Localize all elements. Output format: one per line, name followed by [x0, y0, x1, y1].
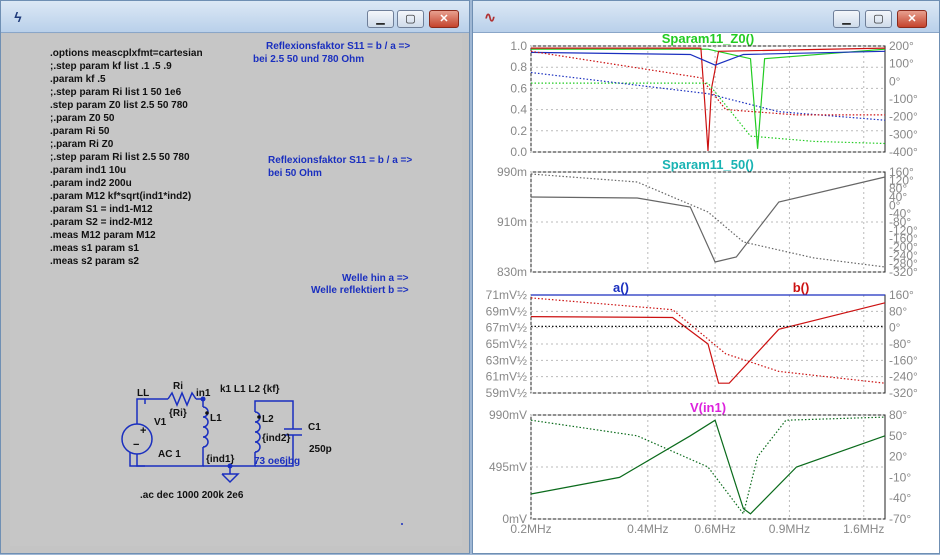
left-axis-tick: 990m	[497, 165, 527, 179]
l2-phase-dot	[257, 415, 261, 419]
plot-minimize-button[interactable]: ▁	[833, 10, 860, 28]
resistor-ri	[167, 391, 197, 407]
left-axis-tick: 830m	[497, 265, 527, 279]
x-axis-tick: 0.9MHz	[769, 522, 810, 536]
pane-title-a: a()	[613, 280, 629, 295]
label-signature: 73 oe6jbg	[254, 456, 301, 467]
l1-phase-dot	[205, 411, 209, 415]
pane-title: V(in1)	[690, 400, 726, 415]
label-l1: L1	[210, 413, 222, 424]
right-axis-tick: -200°	[889, 110, 918, 124]
left-axis-tick: 990mV	[489, 408, 527, 422]
plot-close-button[interactable]: ✕	[897, 10, 927, 28]
x-axis-tick: 1.6MHz	[843, 522, 884, 536]
pane-title: Sparam11_50()	[662, 157, 754, 172]
left-axis-tick: 495mV	[489, 460, 527, 474]
left-axis-tick: 0.4	[510, 103, 527, 117]
right-axis-tick: 0°	[889, 321, 901, 335]
label-ri-value: {Ri}	[169, 408, 187, 419]
pane-title: Sparam11_Z0()	[662, 34, 755, 46]
maximize-button[interactable]: ▢	[397, 10, 424, 28]
schematic-titlebar[interactable]: ϟ ▁ ▢ ✕	[1, 1, 469, 33]
waveform-app-icon: ∿	[484, 9, 496, 25]
label-ac: AC 1	[158, 449, 181, 460]
x-axis-tick: 0.6MHz	[694, 522, 735, 536]
right-axis-tick: 100°	[889, 57, 914, 71]
right-axis-tick: -400°	[889, 145, 918, 159]
right-axis-tick: 20°	[889, 450, 907, 464]
right-axis-tick: -100°	[889, 92, 918, 106]
left-axis-tick: 0.0	[510, 145, 527, 159]
left-axis-tick: 71mV½	[486, 288, 527, 302]
label-c1-value: 250p	[309, 444, 332, 455]
right-axis-tick: 0°	[889, 74, 901, 88]
plot-area[interactable]: 1.0 0.8 0.6 0.4 0.2 0.0 200° 100° 0° -100° -200° -3…	[479, 31, 935, 550]
ac-analysis-command[interactable]: .ac dec 1000 200k 2e6	[140, 490, 243, 501]
waveform-titlebar[interactable]: ∿ ▁ ▢ ✕	[473, 1, 939, 33]
left-axis-tick: 63mV½	[486, 353, 527, 367]
right-axis-tick: -80°	[889, 337, 911, 351]
circuit-drawing[interactable]: + −	[10, 34, 462, 546]
left-axis-tick: 0.6	[510, 81, 527, 95]
left-axis-tick: 0.2	[510, 124, 527, 138]
left-axis-tick: 69mV½	[486, 304, 527, 318]
left-axis-tick: 61mV½	[486, 370, 527, 384]
right-axis-tick: 80°	[889, 304, 907, 318]
waveform-window: ∿ ▁ ▢ ✕ 1.0 0.8 0.6 0.4 0.2 0.0 200° 100° 0° -100…	[472, 0, 940, 554]
svg-text:+: +	[140, 425, 146, 437]
label-v1: V1	[154, 417, 167, 428]
label-c1: C1	[308, 422, 321, 433]
left-axis-tick: 65mV½	[486, 337, 527, 351]
left-axis-tick: 910m	[497, 215, 527, 229]
right-axis-tick: 80°	[889, 408, 907, 422]
schematic-app-icon: ϟ	[14, 9, 22, 25]
right-axis-tick: -320°	[889, 265, 918, 279]
right-axis-tick: -40°	[889, 491, 911, 505]
label-coupling-k1: k1 L1 L2 {kf}	[220, 384, 280, 395]
label-ind1: {ind1}	[206, 454, 235, 465]
right-axis-tick: -320°	[889, 386, 918, 400]
right-axis-tick: -160°	[889, 353, 918, 367]
label-ind2: {ind2}	[262, 433, 291, 444]
right-axis-tick: 50°	[889, 429, 907, 443]
close-button[interactable]: ✕	[429, 10, 459, 28]
left-axis-tick: 67mV½	[486, 321, 527, 335]
ground-symbol	[221, 473, 240, 484]
right-axis-tick: -300°	[889, 127, 918, 141]
right-axis-tick: 160°	[889, 288, 914, 302]
label-ri: Ri	[173, 381, 183, 392]
right-axis-tick: -240°	[889, 370, 918, 384]
pane-title-b: b()	[793, 280, 810, 295]
label-in1: in1	[196, 388, 211, 399]
left-axis-tick: 1.0	[510, 39, 527, 53]
wire-ll	[144, 398, 168, 404]
plot-maximize-button[interactable]: ▢	[865, 10, 892, 28]
minimize-button[interactable]: ▁	[367, 10, 394, 28]
waveform-plots[interactable]: 1.0 0.8 0.6 0.4 0.2 0.0 200° 100° 0° -100° -200° -3…	[479, 31, 935, 550]
label-l2: L2	[262, 414, 274, 425]
left-axis-tick: 59mV½	[486, 386, 527, 400]
right-axis-tick: -10°	[889, 470, 911, 484]
svg-text:−: −	[133, 439, 139, 451]
x-axis-tick: 0.2MHz	[510, 522, 551, 536]
right-axis-tick: 200°	[889, 39, 914, 53]
x-axis-tick: 0.4MHz	[627, 522, 668, 536]
schematic-canvas[interactable]: .options meascplxfmt=cartesian ;.step par…	[10, 34, 462, 546]
schematic-window: ϟ ▁ ▢ ✕ .options meascplxfmt=cartesian;.…	[0, 0, 470, 554]
label-ll: LL	[137, 388, 150, 399]
left-axis-tick: 0.8	[510, 60, 527, 74]
right-axis-tick: -70°	[889, 512, 911, 526]
